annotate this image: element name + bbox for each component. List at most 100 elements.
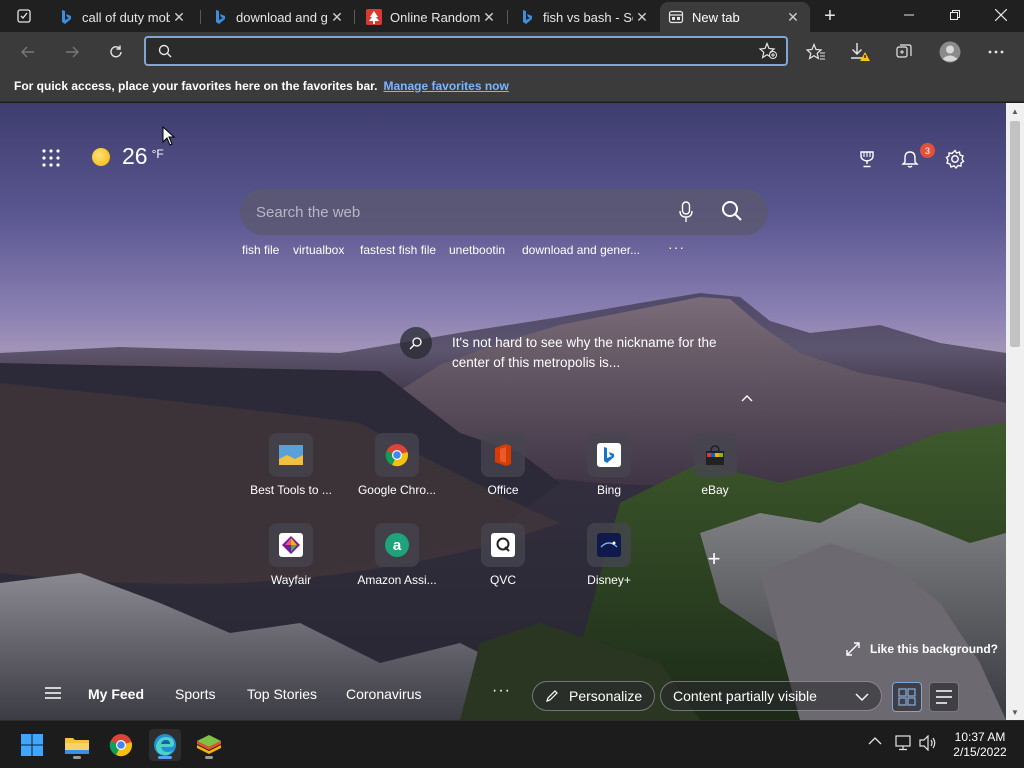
voice-search-button[interactable]	[678, 201, 694, 228]
sunny-weather-icon	[92, 147, 110, 166]
tab-new-tab[interactable]: New tab ✕	[660, 2, 810, 32]
taskbar-bluestacks[interactable]	[193, 729, 225, 761]
quick-link-ebay[interactable]: eBay	[672, 433, 758, 497]
content-visibility-dropdown[interactable]: Content partially visible	[660, 681, 882, 711]
web-search-button[interactable]	[720, 199, 744, 228]
personalize-button[interactable]: Personalize	[532, 681, 656, 711]
close-icon[interactable]: ✕	[784, 9, 802, 26]
quick-link-google-chrome[interactable]: Google Chro...	[354, 433, 440, 497]
quick-link-label: Disney+	[587, 573, 631, 587]
feed-tab-sports[interactable]: Sports	[175, 686, 215, 702]
bing-icon	[597, 443, 621, 467]
personalize-label: Personalize	[569, 688, 643, 704]
chevron-down-icon	[855, 693, 869, 701]
tab-separator	[200, 10, 201, 24]
tab-title: Online Random	[390, 9, 480, 25]
layered-stack-icon	[197, 735, 221, 754]
website-thumbnail-icon	[279, 445, 303, 465]
edge-icon	[154, 734, 176, 756]
microphone-icon	[679, 201, 693, 222]
search-icon	[158, 44, 172, 58]
add-favorite-icon[interactable]	[758, 42, 778, 60]
tab-download[interactable]: download and g ✕	[204, 2, 354, 32]
weather-widget[interactable]: 26 °F	[92, 143, 164, 170]
forward-button[interactable]	[58, 38, 86, 66]
like-background-button[interactable]: Like this background?	[846, 642, 998, 656]
feed-bar: My Feed Sports Top Stories Coronavirus ·…	[0, 670, 1006, 720]
taskbar-edge[interactable]	[149, 729, 181, 761]
back-button[interactable]	[14, 38, 42, 66]
taskbar-clock[interactable]: 10:37 AM 2/15/2022	[950, 730, 1010, 760]
chevron-up-icon[interactable]	[741, 391, 753, 405]
quick-link-amazon-assistant[interactable]: a Amazon Assi...	[354, 523, 440, 587]
favorites-button[interactable]	[802, 38, 830, 66]
taskbar-file-explorer[interactable]	[61, 729, 93, 761]
search-suggestion[interactable]: fish file	[242, 243, 279, 257]
minimize-button[interactable]	[886, 0, 932, 30]
quick-link-label: Best Tools to ...	[250, 483, 332, 497]
quick-link-wayfair[interactable]: Wayfair	[248, 523, 334, 587]
scrollbar-thumb[interactable]	[1010, 121, 1020, 347]
new-tab-button[interactable]: +	[818, 4, 842, 28]
rewards-button[interactable]	[855, 147, 879, 171]
feed-tab-coronavirus[interactable]: Coronavirus	[346, 686, 421, 702]
quick-link-bing[interactable]: Bing	[566, 433, 652, 497]
quick-link-disney-plus[interactable]: Disney+	[566, 523, 652, 587]
volume-control[interactable]	[919, 734, 937, 754]
tab-call-of-duty[interactable]: call of duty mob ✕	[50, 2, 196, 32]
expand-icon	[846, 642, 860, 656]
quick-link-office[interactable]: Office	[460, 433, 546, 497]
close-icon[interactable]: ✕	[633, 9, 651, 26]
restore-button[interactable]	[932, 0, 978, 30]
address-bar[interactable]	[144, 36, 788, 66]
profile-button[interactable]	[936, 38, 964, 66]
wayfair-icon	[279, 533, 303, 557]
page-scrollbar[interactable]: ▲ ▼	[1006, 103, 1024, 720]
downloads-button[interactable]	[846, 38, 874, 66]
more-suggestions-button[interactable]: ···	[668, 239, 685, 255]
search-suggestion[interactable]: fastest fish file	[360, 243, 436, 257]
close-icon[interactable]: ✕	[328, 9, 346, 26]
tab-actions-button[interactable]	[8, 4, 40, 28]
tab-strip: call of duty mob ✕ download and g ✕ Onli…	[0, 0, 1024, 32]
settings-menu-button[interactable]	[982, 38, 1010, 66]
grid-view-button[interactable]	[892, 682, 922, 712]
web-search-input[interactable]	[256, 201, 656, 223]
add-quick-link-button[interactable]: +	[704, 546, 724, 571]
web-search-box[interactable]	[240, 189, 768, 235]
feed-more-button[interactable]: ···	[492, 682, 511, 700]
manage-favorites-link[interactable]: Manage favorites now	[383, 79, 508, 93]
feed-tab-top-stories[interactable]: Top Stories	[247, 686, 317, 702]
quick-link-qvc[interactable]: QVC	[460, 523, 546, 587]
restore-icon	[950, 10, 960, 20]
page-settings-button[interactable]	[943, 147, 967, 171]
scroll-down-arrow-icon[interactable]: ▼	[1006, 704, 1024, 720]
tab-fish-vs-bash[interactable]: fish vs bash - Se ✕	[511, 2, 659, 32]
tab-title: fish vs bash - Se	[543, 9, 633, 25]
trivia-search-button[interactable]	[400, 327, 432, 359]
taskbar-chrome[interactable]	[105, 729, 137, 761]
list-view-button[interactable]	[929, 682, 959, 712]
address-input[interactable]	[180, 41, 740, 61]
tab-separator	[354, 10, 355, 24]
start-button[interactable]	[16, 729, 48, 761]
quick-link-best-tools[interactable]: Best Tools to ...	[248, 433, 334, 497]
refresh-button[interactable]	[102, 38, 130, 66]
close-icon[interactable]: ✕	[170, 9, 188, 26]
scroll-up-arrow-icon[interactable]: ▲	[1006, 103, 1024, 119]
network-status[interactable]	[894, 735, 912, 754]
mouse-cursor-icon	[162, 126, 176, 146]
apps-launcher-button[interactable]	[42, 149, 60, 172]
search-suggestion[interactable]: unetbootin	[449, 243, 505, 257]
tab-online-random[interactable]: Online Random ✕	[358, 2, 506, 32]
close-icon[interactable]: ✕	[480, 9, 498, 26]
search-suggestion[interactable]: virtualbox	[293, 243, 344, 257]
collections-button[interactable]	[890, 38, 918, 66]
waffle-grid-icon	[42, 149, 60, 167]
notifications-button[interactable]	[898, 147, 922, 171]
search-suggestion[interactable]: download and gener...	[522, 243, 640, 257]
feed-tab-my-feed[interactable]: My Feed	[88, 686, 144, 702]
close-window-button[interactable]	[978, 0, 1024, 30]
show-hidden-icons-button[interactable]	[868, 735, 882, 749]
feed-menu-button[interactable]	[44, 686, 62, 705]
